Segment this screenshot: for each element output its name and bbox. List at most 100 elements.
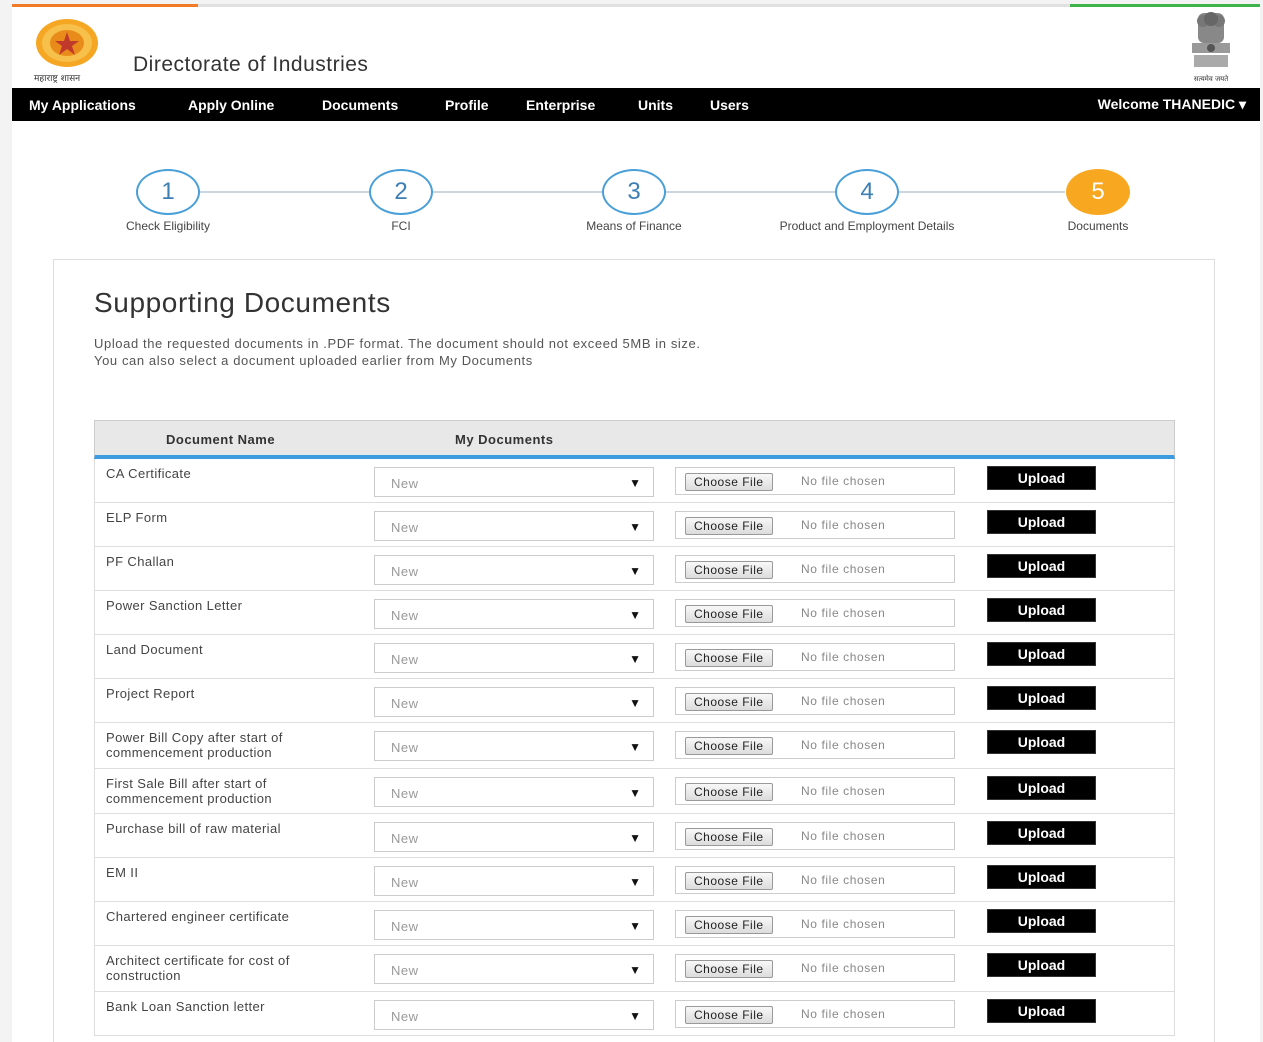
upload-button[interactable]: Upload bbox=[987, 909, 1096, 933]
select-value: New bbox=[391, 740, 419, 755]
choose-file-button[interactable]: Choose File bbox=[685, 605, 773, 623]
file-input[interactable]: Choose File No file chosen bbox=[675, 555, 955, 583]
my-documents-select[interactable]: New ▼ bbox=[374, 511, 654, 541]
my-documents-select[interactable]: New ▼ bbox=[374, 822, 654, 852]
instructions: Upload the requested documents in .PDF f… bbox=[94, 335, 701, 369]
my-documents-select[interactable]: New ▼ bbox=[374, 687, 654, 717]
nav-my-applications[interactable]: My Applications bbox=[29, 97, 136, 113]
nav-profile[interactable]: Profile bbox=[445, 97, 489, 113]
file-input[interactable]: Choose File No file chosen bbox=[675, 910, 955, 938]
choose-file-button[interactable]: Choose File bbox=[685, 517, 773, 535]
my-documents-select[interactable]: New ▼ bbox=[374, 731, 654, 761]
select-value: New bbox=[391, 652, 419, 667]
my-documents-select[interactable]: New ▼ bbox=[374, 910, 654, 940]
my-documents-select[interactable]: New ▼ bbox=[374, 999, 654, 1030]
page-title: Supporting Documents bbox=[94, 287, 391, 318]
upload-button[interactable]: Upload bbox=[987, 953, 1096, 977]
table-row: Land Document New ▼ Choose File No file chos… bbox=[94, 635, 1175, 679]
file-input[interactable]: Choose File No file chosen bbox=[675, 954, 955, 982]
step-4-circle[interactable]: 4 bbox=[835, 169, 899, 215]
my-documents-select[interactable]: New ▼ bbox=[374, 954, 654, 984]
upload-button[interactable]: Upload bbox=[987, 821, 1096, 845]
step-3-circle[interactable]: 3 bbox=[602, 169, 666, 215]
select-value: New bbox=[391, 1008, 419, 1024]
no-file-text: No file chosen bbox=[801, 1006, 886, 1021]
file-input[interactable]: Choose File No file chosen bbox=[675, 643, 955, 671]
dropdown-arrow-icon: ▼ bbox=[629, 564, 641, 578]
file-input[interactable]: Choose File No file chosen bbox=[675, 776, 955, 805]
emblem-caption: सत्यमेव जयते bbox=[1194, 74, 1229, 83]
my-documents-select[interactable]: New ▼ bbox=[374, 866, 654, 896]
instructions-line-1: Upload the requested documents in .PDF f… bbox=[94, 336, 701, 351]
nav-apply-online[interactable]: Apply Online bbox=[188, 97, 274, 113]
choose-file-button[interactable]: Choose File bbox=[685, 1005, 773, 1024]
file-input[interactable]: Choose File No file chosen bbox=[675, 687, 955, 715]
file-input[interactable]: Choose File No file chosen bbox=[675, 511, 955, 539]
choose-file-button[interactable]: Choose File bbox=[685, 473, 773, 491]
table-row: Architect certificate for cost of constr… bbox=[94, 946, 1175, 992]
user-menu[interactable]: Welcome THANEDIC ▾ bbox=[1098, 96, 1246, 113]
choose-file-button[interactable]: Choose File bbox=[685, 737, 773, 755]
select-value: New bbox=[391, 520, 419, 535]
choose-file-button[interactable]: Choose File bbox=[685, 561, 773, 579]
nav-documents[interactable]: Documents bbox=[322, 97, 398, 113]
dropdown-arrow-icon: ▼ bbox=[629, 608, 641, 622]
step-1-label: Check Eligibility bbox=[125, 219, 211, 233]
upload-button[interactable]: Upload bbox=[987, 775, 1096, 800]
select-value: New bbox=[391, 785, 419, 801]
upload-button[interactable]: Upload bbox=[987, 466, 1096, 490]
upload-button[interactable]: Upload bbox=[987, 598, 1096, 622]
my-documents-select[interactable]: New ▼ bbox=[374, 599, 654, 629]
upload-button[interactable]: Upload bbox=[987, 686, 1096, 710]
select-value: New bbox=[391, 476, 419, 491]
step-5-circle-active[interactable]: 5 bbox=[1066, 169, 1130, 215]
choose-file-button[interactable]: Choose File bbox=[685, 960, 773, 978]
upload-button[interactable]: Upload bbox=[987, 642, 1096, 666]
dropdown-arrow-icon: ▼ bbox=[629, 520, 641, 534]
table-row: Purchase bill of raw material New ▼ Choose … bbox=[94, 814, 1175, 858]
my-documents-select[interactable]: New ▼ bbox=[374, 776, 654, 807]
col-document-name: Document Name bbox=[166, 432, 276, 447]
upload-button[interactable]: Upload bbox=[987, 510, 1096, 534]
choose-file-button[interactable]: Choose File bbox=[685, 828, 773, 846]
table-row: Power Bill Copy after start of commencem… bbox=[94, 723, 1175, 769]
table-row: EM II New ▼ Choose File No file chosen Upload bbox=[94, 858, 1175, 902]
my-documents-select[interactable]: New ▼ bbox=[374, 467, 654, 497]
site-header: महाराष्ट्र शासन Directorate of Industrie… bbox=[12, 7, 1260, 88]
file-input[interactable]: Choose File No file chosen bbox=[675, 822, 955, 850]
file-input[interactable]: Choose File No file chosen bbox=[675, 999, 955, 1028]
my-documents-select[interactable]: New ▼ bbox=[374, 555, 654, 585]
step-connector bbox=[666, 191, 836, 193]
caret-down-icon: ▾ bbox=[1238, 96, 1246, 112]
nav-units[interactable]: Units bbox=[638, 97, 673, 113]
step-1-circle[interactable]: 1 bbox=[136, 169, 200, 215]
choose-file-button[interactable]: Choose File bbox=[685, 872, 773, 890]
national-emblem-icon: सत्यमेव जयते bbox=[1192, 12, 1230, 83]
no-file-text: No file chosen bbox=[801, 829, 886, 843]
choose-file-button[interactable]: Choose File bbox=[685, 916, 773, 934]
nav-enterprise[interactable]: Enterprise bbox=[526, 97, 595, 113]
my-documents-select[interactable]: New ▼ bbox=[374, 643, 654, 673]
choose-file-button[interactable]: Choose File bbox=[685, 649, 773, 667]
choose-file-button[interactable]: Choose File bbox=[685, 782, 773, 801]
file-input[interactable]: Choose File No file chosen bbox=[675, 599, 955, 627]
choose-file-button[interactable]: Choose File bbox=[685, 693, 773, 711]
upload-button[interactable]: Upload bbox=[987, 730, 1096, 754]
maharashtra-logo[interactable]: महाराष्ट्र शासन bbox=[34, 17, 100, 87]
no-file-text: No file chosen bbox=[801, 783, 886, 798]
table-row: CA Certificate New ▼ Choose File No file cho… bbox=[94, 459, 1175, 503]
dropdown-arrow-icon: ▼ bbox=[629, 740, 641, 754]
select-value: New bbox=[391, 831, 419, 846]
file-input[interactable]: Choose File No file chosen bbox=[675, 866, 955, 894]
upload-button[interactable]: Upload bbox=[987, 998, 1096, 1023]
dropdown-arrow-icon: ▼ bbox=[629, 919, 641, 933]
step-2-circle[interactable]: 2 bbox=[369, 169, 433, 215]
file-input[interactable]: Choose File No file chosen bbox=[675, 731, 955, 759]
file-input[interactable]: Choose File No file chosen bbox=[675, 467, 955, 495]
no-file-text: No file chosen bbox=[801, 650, 886, 664]
upload-button[interactable]: Upload bbox=[987, 554, 1096, 578]
document-name: Power Bill Copy after start of commencem… bbox=[106, 730, 283, 760]
upload-button[interactable]: Upload bbox=[987, 865, 1096, 889]
step-2-label: FCI bbox=[391, 219, 411, 233]
nav-users[interactable]: Users bbox=[710, 97, 749, 113]
